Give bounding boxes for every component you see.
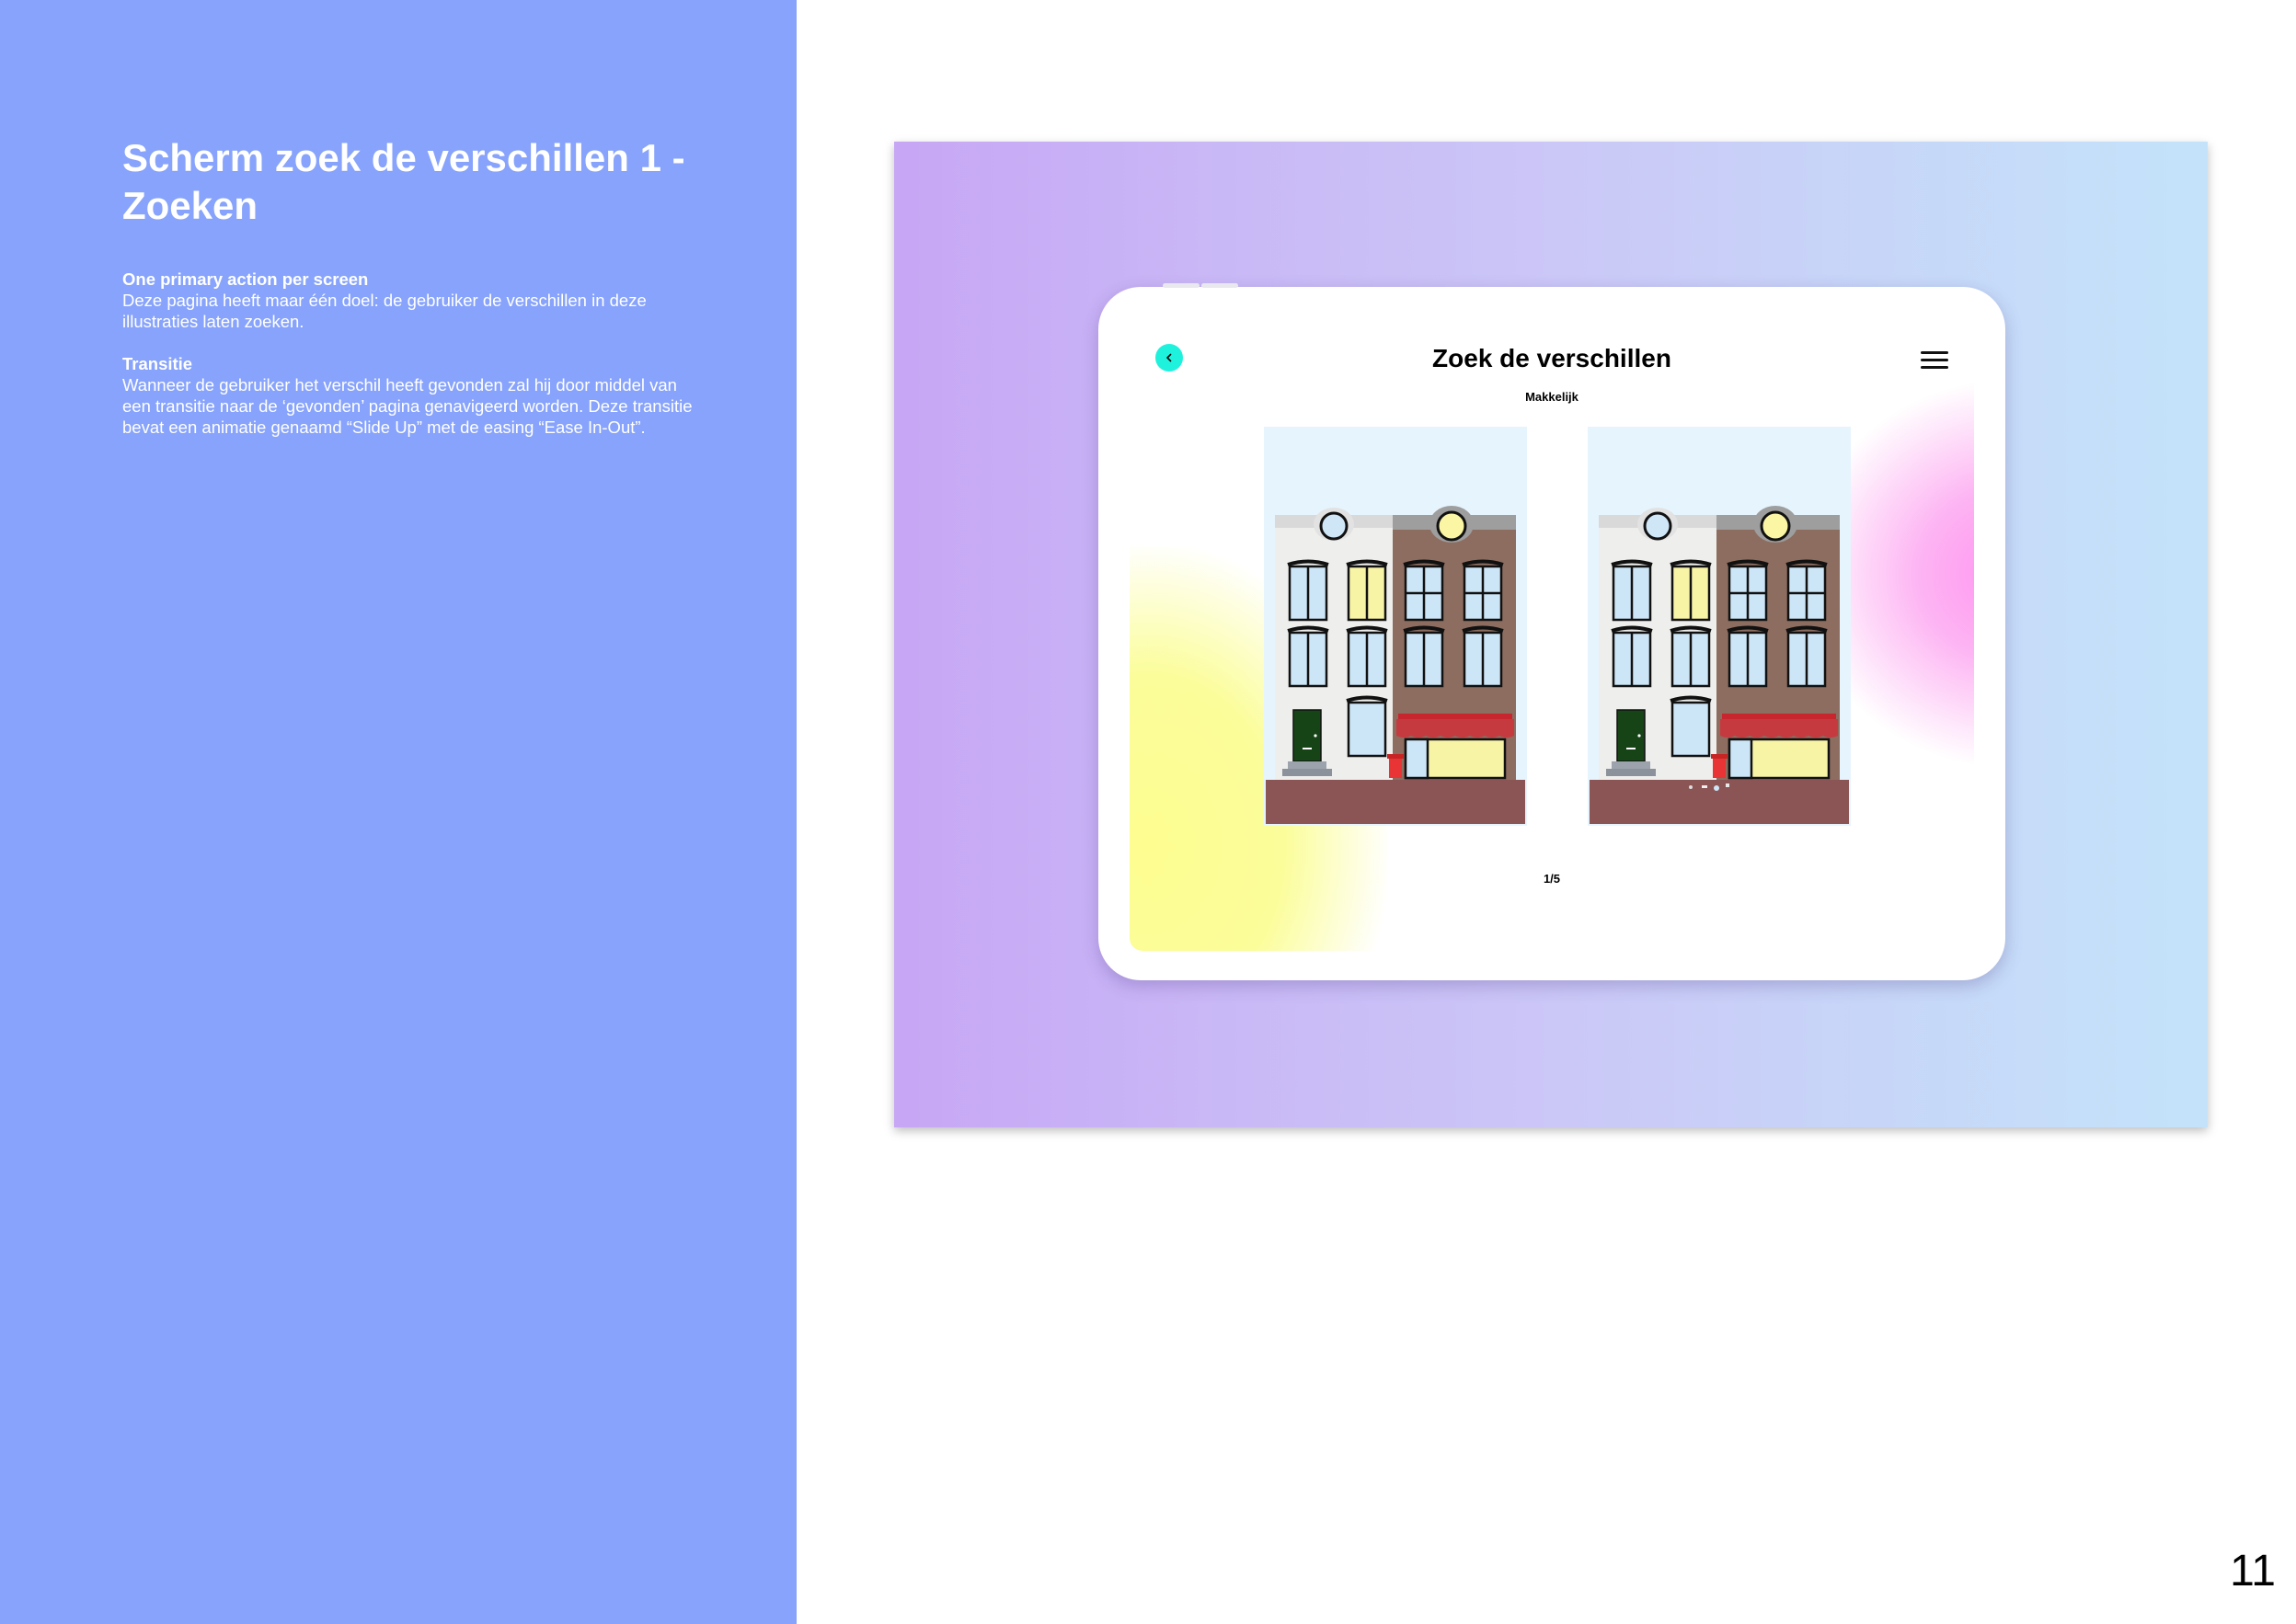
tablet-button xyxy=(1163,283,1200,288)
page-number: 11 xyxy=(2230,1547,2276,1595)
difficulty-label: Makkelijk xyxy=(1525,390,1578,404)
tablet-button xyxy=(1201,283,1238,288)
section-body: Wanneer de gebruiker het verschil heeft … xyxy=(122,375,693,437)
section-primary-action: One primary action per screen Deze pagin… xyxy=(122,269,693,332)
progress-counter: 1/5 xyxy=(1543,872,1561,886)
app-screen: Zoek de verschillen Makkelijk 1/5 xyxy=(1130,316,1974,951)
illustration-original[interactable] xyxy=(1264,427,1527,826)
section-heading: Transitie xyxy=(122,354,193,373)
illustration-with-differences[interactable] xyxy=(1588,427,1851,826)
left-panel: Scherm zoek de verschillen 1 - Zoeken On… xyxy=(0,0,797,1624)
section-heading: One primary action per screen xyxy=(122,269,369,289)
section-transition: Transitie Wanneer de gebruiker het versc… xyxy=(122,353,693,438)
section-body: Deze pagina heeft maar één doel: de gebr… xyxy=(122,291,647,331)
tablet-frame: Zoek de verschillen Makkelijk 1/5 xyxy=(1098,283,2005,980)
hamburger-menu-icon[interactable] xyxy=(1921,351,1948,370)
screen-title: Zoek de verschillen xyxy=(1432,344,1671,372)
document-title: Scherm zoek de verschillen 1 - Zoeken xyxy=(122,136,685,227)
